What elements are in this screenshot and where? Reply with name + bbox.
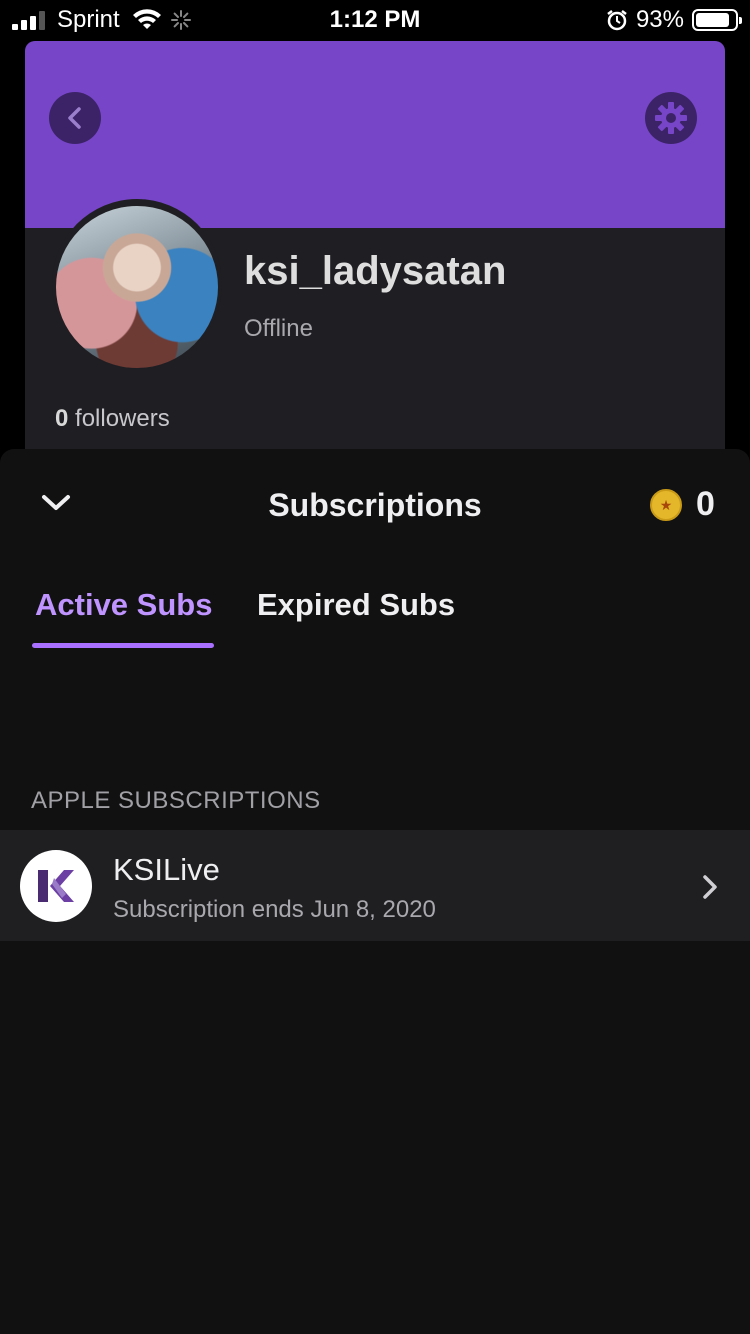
sheet-title: Subscriptions <box>268 487 482 523</box>
status-bar-right: 93% <box>606 6 742 34</box>
followers-number: 0 <box>55 405 69 432</box>
tab-active-subs[interactable]: Active Subs <box>35 587 212 623</box>
avatar[interactable] <box>56 206 218 368</box>
subscriptions-sheet: Subscriptions ★ 0 Active Subs Expired Su… <box>0 449 750 1334</box>
profile-card: ksi_ladysatan Offline 0 followers <box>25 41 725 481</box>
profile-status: Offline <box>244 315 313 342</box>
subscription-channel-name: KSILive <box>113 852 220 887</box>
subscription-end-date: Subscription ends Jun 8, 2020 <box>113 896 436 923</box>
followers-label: followers <box>75 405 170 432</box>
chevron-left-icon <box>68 107 81 129</box>
back-button[interactable] <box>49 92 101 144</box>
chevron-right-icon <box>703 875 717 899</box>
gear-icon <box>655 102 687 134</box>
settings-button[interactable] <box>645 92 697 144</box>
subscription-row[interactable]: KSILive Subscription ends Jun 8, 2020 <box>0 830 750 941</box>
active-tab-indicator <box>32 643 214 648</box>
section-label: APPLE SUBSCRIPTIONS <box>31 787 321 814</box>
coin-icon: ★ <box>650 489 682 521</box>
alarm-icon <box>607 10 627 31</box>
channel-logo-icon <box>20 850 92 922</box>
profile-username: ksi_ladysatan <box>244 249 507 293</box>
followers-count[interactable]: 0 followers <box>55 405 170 433</box>
battery-percent: 93% <box>635 6 684 33</box>
tab-expired-subs[interactable]: Expired Subs <box>257 587 455 623</box>
coin-count: 0 <box>696 485 715 523</box>
battery-icon <box>692 9 742 31</box>
status-bar: Sprint 1:12 PM 93% <box>0 0 750 40</box>
